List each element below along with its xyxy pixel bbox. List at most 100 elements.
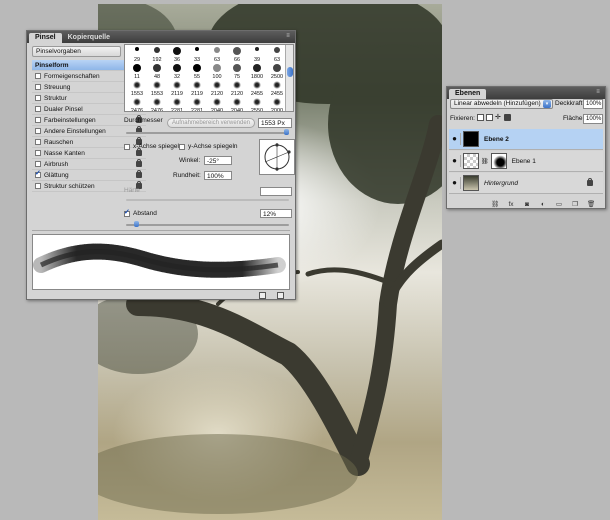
brush-tip[interactable]: 39 xyxy=(247,46,267,63)
brush-tip[interactable]: 48 xyxy=(147,63,167,80)
brush-tip[interactable]: 2281 xyxy=(167,97,187,111)
brush-tip[interactable]: 2476 xyxy=(127,97,147,111)
diameter-field[interactable]: 1553 Px xyxy=(258,118,292,128)
fx-icon[interactable]: fx xyxy=(507,201,515,208)
lock-all-icon[interactable] xyxy=(504,114,511,121)
brush-tip[interactable]: 2281 xyxy=(187,97,207,111)
brush-tip[interactable]: 2500 xyxy=(267,63,287,80)
brush-tip[interactable]: 2120 xyxy=(227,80,247,97)
panel-menu-icon[interactable]: ≡ xyxy=(594,89,602,96)
flip-x-option[interactable]: x-Achse spiegeln xyxy=(124,143,183,150)
eye-icon[interactable]: ● xyxy=(449,133,461,145)
layer-mask-thumbnail[interactable] xyxy=(490,153,507,169)
diameter-slider-knob[interactable] xyxy=(284,129,289,135)
brush-tip[interactable]: 1553 xyxy=(147,80,167,97)
new-preset-icon[interactable] xyxy=(259,292,266,299)
brush-tip[interactable]: 2040 xyxy=(227,97,247,111)
option-checkbox[interactable] xyxy=(35,139,41,145)
layer-row[interactable]: ● Hintergrund xyxy=(449,173,603,194)
option-label: Farbeinstellungen xyxy=(44,116,96,124)
brush-tip[interactable]: 33 xyxy=(187,46,207,63)
spacing-option[interactable]: Abstand xyxy=(124,208,157,217)
brush-tip[interactable]: 63 xyxy=(267,46,287,63)
brush-tip[interactable]: 2000 xyxy=(267,97,287,111)
brush-tip[interactable]: 2476 xyxy=(147,97,167,112)
tab-pinsel[interactable]: Pinsel xyxy=(29,33,62,43)
flip-y-option[interactable]: y-Achse spiegeln xyxy=(179,143,238,150)
tab-ebenen[interactable]: Ebenen xyxy=(449,89,487,99)
brush-tip[interactable]: 32 xyxy=(167,63,187,80)
brush-tip[interactable]: 2040 xyxy=(207,97,227,111)
brush-tip[interactable]: 2120 xyxy=(207,80,227,97)
eye-icon[interactable]: ● xyxy=(449,155,461,167)
chevron-down-icon: ▾ xyxy=(543,100,551,108)
roundness-field[interactable]: 100% xyxy=(204,171,232,180)
flip-y-checkbox[interactable] xyxy=(179,143,185,150)
brush-tip[interactable]: 1553 xyxy=(127,80,147,97)
option-checkbox[interactable] xyxy=(35,150,41,156)
brush-tip-size: 2476 xyxy=(150,108,164,112)
brush-presets-button[interactable]: Pinselvorgaben xyxy=(32,46,121,57)
link-icon[interactable]: ⛓ xyxy=(491,201,499,208)
spacing-slider[interactable] xyxy=(126,221,289,227)
option-checkbox[interactable] xyxy=(35,73,41,79)
brush-tip[interactable]: 2550 xyxy=(247,97,267,111)
diameter-slider[interactable] xyxy=(126,129,289,135)
brush-tip[interactable]: 75 xyxy=(227,63,247,80)
brush-tip[interactable]: 1800 xyxy=(247,63,267,80)
brush-tip[interactable]: 55 xyxy=(187,63,207,80)
brush-option-9[interactable]: Airbrush xyxy=(32,159,146,170)
option-checkbox[interactable] xyxy=(35,161,41,167)
chain-link-icon[interactable]: ⛓ xyxy=(481,158,489,165)
brush-option-10[interactable]: Glättung xyxy=(32,169,146,181)
brush-tip-swatch xyxy=(233,64,241,72)
blend-mode-select[interactable]: Linear abwedeln (Hinzufügen) ▾ xyxy=(450,99,553,109)
adjustment-icon[interactable]: ◐ xyxy=(539,201,547,208)
new-layer-icon[interactable]: ❐ xyxy=(571,201,579,208)
spacing-field[interactable]: 12% xyxy=(260,209,292,218)
brush-tip[interactable]: 66 xyxy=(227,46,247,63)
lock-icon[interactable] xyxy=(136,148,142,156)
fill-field[interactable]: 100% xyxy=(583,114,603,124)
angle-field[interactable]: -25° xyxy=(204,156,232,165)
lock-icon[interactable] xyxy=(136,159,142,167)
brush-tip[interactable]: 63 xyxy=(207,46,227,63)
flip-x-checkbox[interactable] xyxy=(124,143,130,150)
eye-icon[interactable]: ● xyxy=(449,177,461,189)
brush-tip[interactable]: 2119 xyxy=(187,80,207,97)
brush-tip[interactable]: 2455 xyxy=(267,80,287,97)
option-checkbox[interactable] xyxy=(35,84,41,90)
brush-tip[interactable]: 2455 xyxy=(247,80,267,97)
option-checkbox[interactable] xyxy=(35,106,41,112)
brush-tip[interactable]: 192 xyxy=(147,46,167,63)
panel-menu-icon[interactable]: ≡ xyxy=(284,33,292,40)
spacing-checkbox[interactable] xyxy=(124,208,130,217)
brush-tip-grid[interactable]: 29 192 36 33 63 66 39 63 11 48 32 55 100 75 1800 2500 15… xyxy=(124,44,294,112)
trash-icon[interactable]: 🗑 xyxy=(587,201,595,208)
lock-icon[interactable] xyxy=(136,170,142,178)
brush-tip[interactable]: 2119 xyxy=(167,80,187,97)
tab-kopierquelle[interactable]: Kopierquelle xyxy=(62,33,116,43)
scrollbar-thumb[interactable] xyxy=(287,67,293,77)
option-checkbox[interactable] xyxy=(35,128,41,134)
lock-pixels-icon[interactable] xyxy=(486,114,493,121)
brush-tip[interactable]: 100 xyxy=(207,63,227,80)
folder-icon[interactable]: ▭ xyxy=(555,201,563,208)
lock-position-icon[interactable]: ✛ xyxy=(495,114,502,121)
angle-roundness-widget[interactable] xyxy=(259,139,295,175)
option-checkbox[interactable] xyxy=(35,169,41,178)
opacity-field[interactable]: 100% xyxy=(583,99,603,109)
layer-row[interactable]: ● ⛓ Ebene 1 xyxy=(449,151,603,172)
brush-tip[interactable]: 11 xyxy=(127,63,147,80)
sample-size-button[interactable]: Aufnahmebereich verwenden xyxy=(167,118,255,128)
brush-tip[interactable]: 36 xyxy=(167,46,187,63)
option-checkbox[interactable] xyxy=(35,183,41,189)
trash-icon[interactable] xyxy=(277,292,284,299)
lock-transparency-icon[interactable] xyxy=(477,114,484,121)
brush-tip[interactable]: 29 xyxy=(127,46,147,63)
mask-icon[interactable]: ◙ xyxy=(523,201,531,208)
layer-row[interactable]: ● Ebene 2 xyxy=(449,129,603,150)
option-checkbox[interactable] xyxy=(35,95,41,101)
spacing-slider-knob[interactable] xyxy=(134,221,139,227)
option-checkbox[interactable] xyxy=(35,117,41,123)
